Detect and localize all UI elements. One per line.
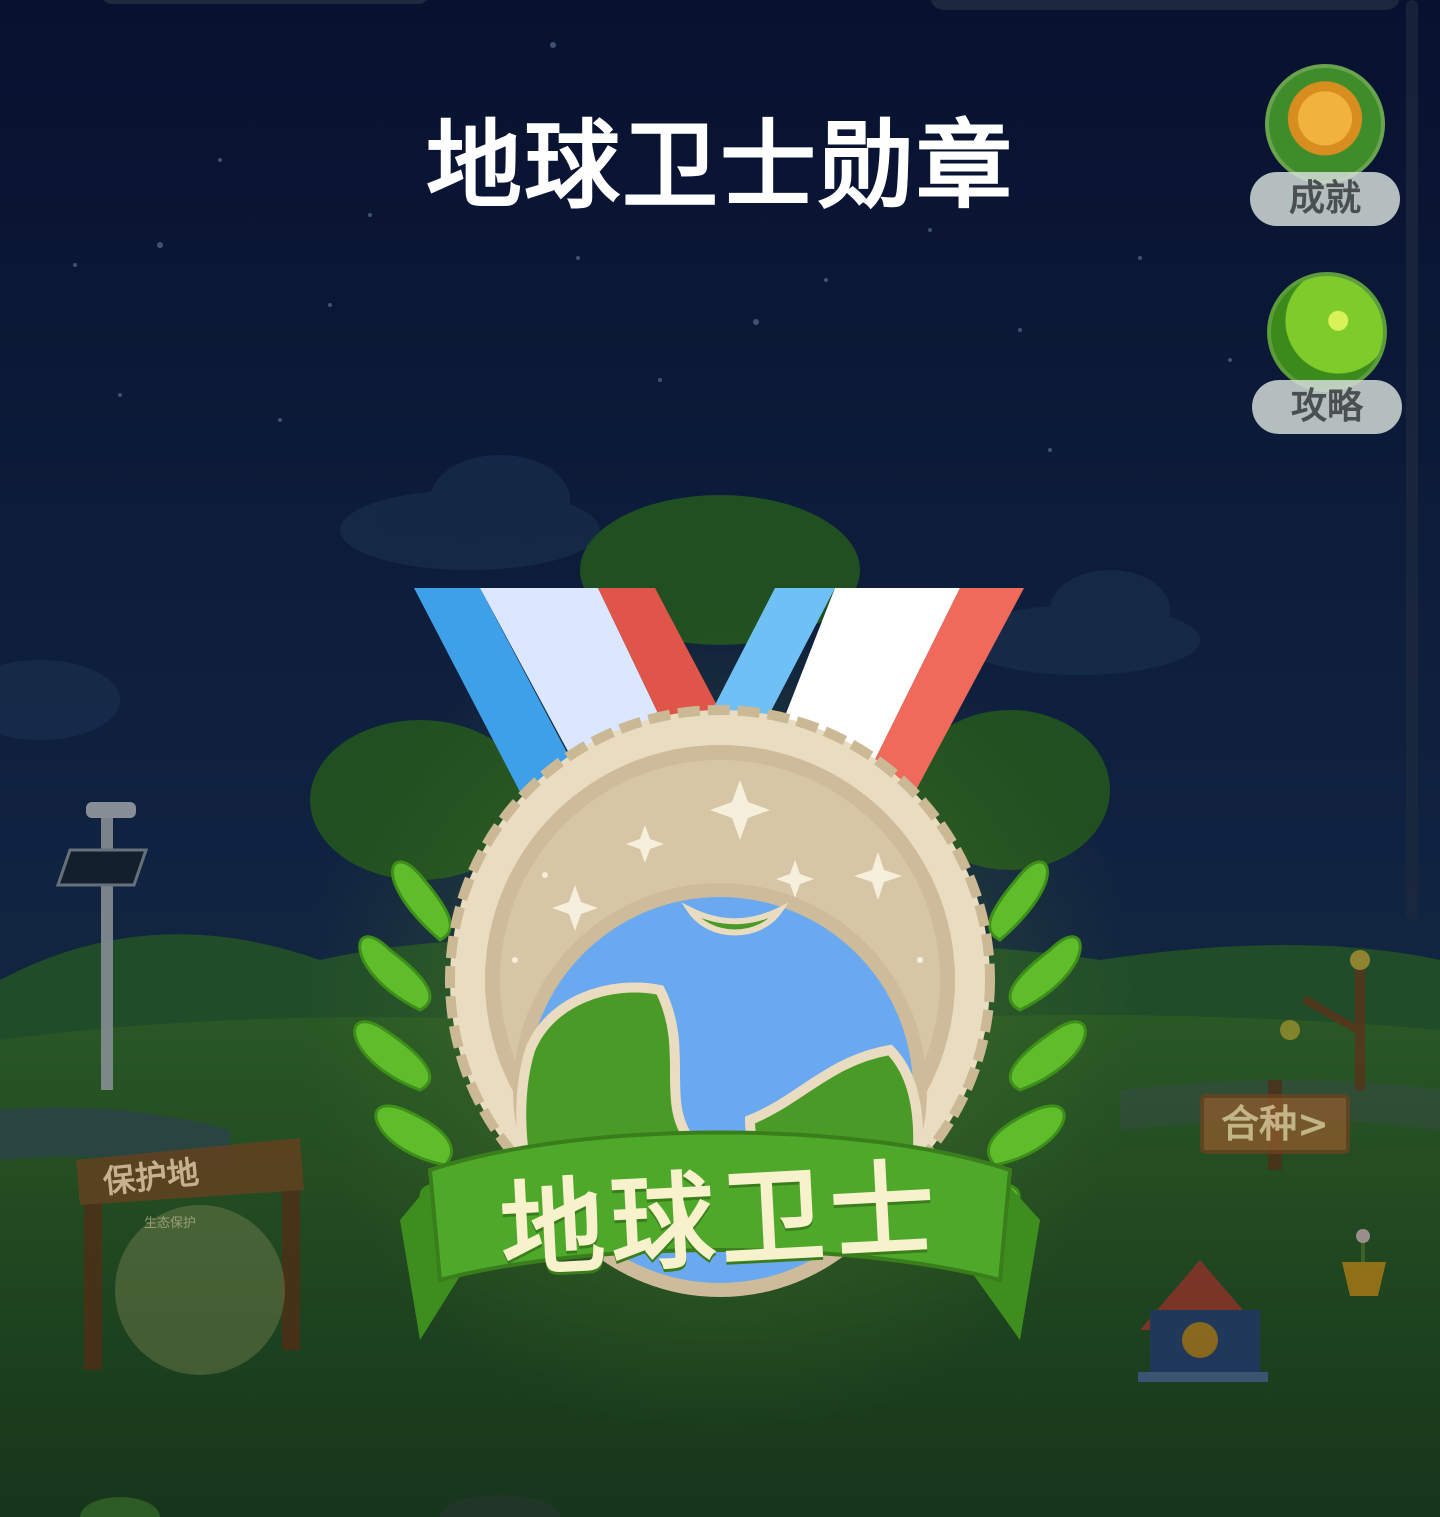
plant-together-sign[interactable]: 合种>	[1200, 1094, 1350, 1154]
achievement-medal-icon	[1265, 64, 1385, 184]
medal-banner-text: 地球卫士	[497, 1147, 944, 1293]
guide-button[interactable]: 攻略	[1252, 272, 1402, 447]
achievement-button[interactable]: 成就	[1250, 64, 1400, 239]
guide-label: 攻略	[1252, 380, 1402, 434]
achievement-label: 成就	[1250, 172, 1400, 226]
guide-orb-icon	[1267, 272, 1387, 392]
medal-title: 地球卫士勋章	[426, 110, 1014, 222]
protected-land-sublabel: 生态保护	[143, 1216, 196, 1231]
